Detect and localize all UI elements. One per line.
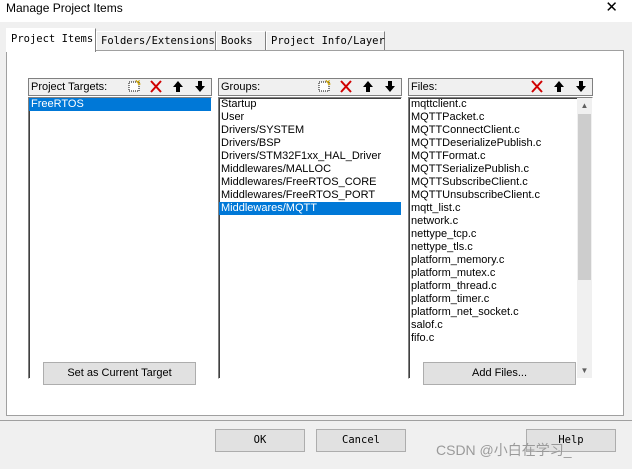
tab-books[interactable]: Books <box>216 31 266 51</box>
dialog-client: Project Items Folders/Extensions Books P… <box>0 22 632 469</box>
list-item[interactable]: MQTTDeserializePublish.c <box>409 137 577 150</box>
move-up-icon[interactable] <box>359 80 377 95</box>
targets-list[interactable]: FreeRTOS <box>28 97 212 379</box>
files-header: Files: <box>408 78 593 96</box>
files-scrollbar[interactable]: ▲ ▼ <box>577 98 592 378</box>
groups-label: Groups: <box>221 81 261 93</box>
list-item[interactable]: Drivers/SYSTEM <box>219 124 401 137</box>
close-icon[interactable]: ✕ <box>605 0 618 16</box>
list-item[interactable]: nettype_tcp.c <box>409 228 577 241</box>
move-down-icon[interactable] <box>572 80 590 95</box>
scroll-down-icon[interactable]: ▼ <box>577 363 592 378</box>
list-item[interactable]: mqttclient.c <box>409 98 577 111</box>
list-item[interactable]: MQTTPacket.c <box>409 111 577 124</box>
list-item[interactable]: network.c <box>409 215 577 228</box>
window-title: Manage Project Items <box>6 1 123 15</box>
watermark: CSDN @小白在学习_ <box>436 442 572 458</box>
scroll-thumb[interactable] <box>578 114 591 280</box>
list-item[interactable]: MQTTConnectClient.c <box>409 124 577 137</box>
delete-icon[interactable] <box>528 80 546 95</box>
new-icon[interactable] <box>315 79 333 95</box>
divider <box>0 420 632 421</box>
move-down-icon[interactable] <box>381 80 399 95</box>
move-down-icon[interactable] <box>191 80 209 95</box>
title-bar: Manage Project Items ✕ <box>0 0 632 22</box>
groups-header: Groups: <box>218 78 402 96</box>
new-icon[interactable] <box>125 79 143 95</box>
list-item[interactable]: Middlewares/MQTT <box>219 202 401 215</box>
delete-icon[interactable] <box>147 80 165 95</box>
list-item[interactable]: FreeRTOS <box>29 98 211 111</box>
list-item[interactable]: platform_net_socket.c <box>409 306 577 319</box>
tab-folders-extensions[interactable]: Folders/Extensions <box>96 31 216 51</box>
list-item[interactable]: Drivers/STM32F1xx_HAL_Driver <box>219 150 401 163</box>
delete-icon[interactable] <box>337 80 355 95</box>
move-up-icon[interactable] <box>169 80 187 95</box>
ok-button[interactable]: OK <box>215 429 305 452</box>
list-item[interactable]: salof.c <box>409 319 577 332</box>
list-item[interactable]: Middlewares/FreeRTOS_PORT <box>219 189 401 202</box>
groups-list[interactable]: Startup User Drivers/SYSTEM Drivers/BSP … <box>218 97 402 379</box>
files-items: mqttclient.c MQTTPacket.c MQTTConnectCli… <box>409 98 577 345</box>
move-up-icon[interactable] <box>550 80 568 95</box>
tab-project-items[interactable]: Project Items <box>6 28 96 52</box>
list-item[interactable]: MQTTSerializePublish.c <box>409 163 577 176</box>
list-item[interactable]: fifo.c <box>409 332 577 345</box>
list-item[interactable]: Startup <box>219 98 401 111</box>
list-item[interactable]: MQTTUnsubscribeClient.c <box>409 189 577 202</box>
set-current-target-button[interactable]: Set as Current Target <box>43 362 196 385</box>
list-item[interactable]: Drivers/BSP <box>219 137 401 150</box>
list-item[interactable]: platform_timer.c <box>409 293 577 306</box>
scroll-up-icon[interactable]: ▲ <box>577 98 592 113</box>
list-item[interactable]: Middlewares/MALLOC <box>219 163 401 176</box>
list-item[interactable]: platform_thread.c <box>409 280 577 293</box>
list-item[interactable]: MQTTFormat.c <box>409 150 577 163</box>
tab-project-info-layer[interactable]: Project Info/Layer <box>266 31 385 51</box>
list-item[interactable]: mqtt_list.c <box>409 202 577 215</box>
files-label: Files: <box>411 81 438 93</box>
list-item[interactable]: nettype_tls.c <box>409 241 577 254</box>
list-item[interactable]: platform_mutex.c <box>409 267 577 280</box>
targets-header: Project Targets: <box>28 78 212 96</box>
list-item[interactable]: platform_memory.c <box>409 254 577 267</box>
cancel-button[interactable]: Cancel <box>316 429 406 452</box>
list-item[interactable]: MQTTSubscribeClient.c <box>409 176 577 189</box>
list-item[interactable]: User <box>219 111 401 124</box>
targets-label: Project Targets: <box>31 81 108 93</box>
add-files-button[interactable]: Add Files... <box>423 362 576 385</box>
list-item[interactable]: Middlewares/FreeRTOS_CORE <box>219 176 401 189</box>
files-list[interactable]: mqttclient.c MQTTPacket.c MQTTConnectCli… <box>408 97 593 379</box>
